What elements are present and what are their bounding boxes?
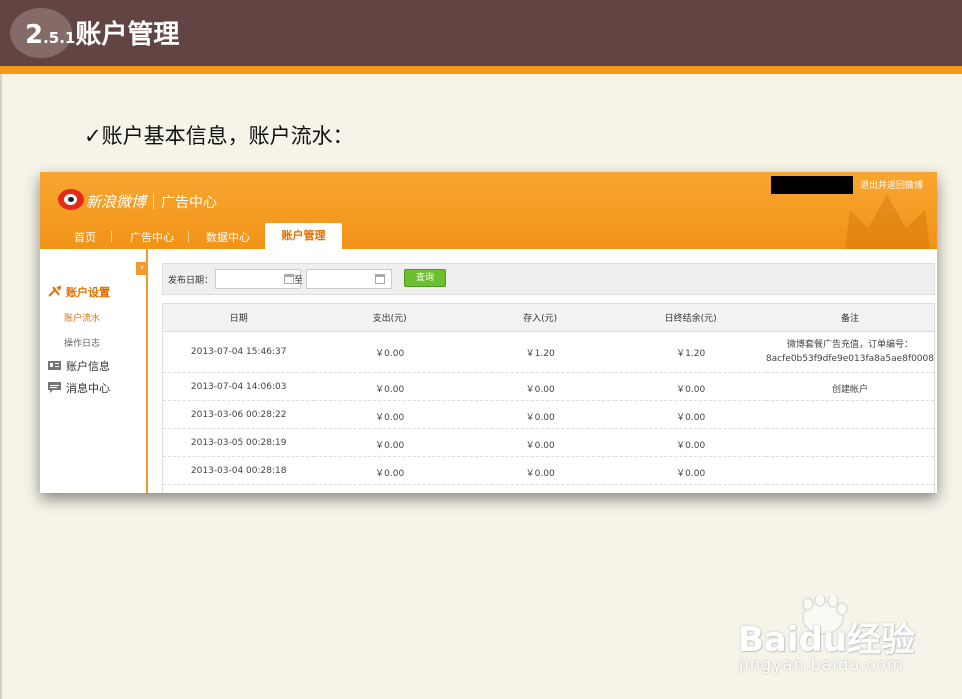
cell-expense: ￥0.00 [314, 428, 465, 457]
cell-deposit: ￥0.00 [464, 428, 616, 457]
cell-date: 2013-07-04 15:46:37 [162, 331, 315, 373]
id-card-icon [48, 361, 61, 370]
nav-ad-center[interactable]: 广告中心 [130, 229, 174, 245]
cell-note: 创建帐户 [765, 372, 935, 401]
cell-date: 2013-03-06 00:28:22 [162, 400, 315, 429]
table-row: 2013-03-05 00:28:19 ￥0.00 ￥0.00 ￥0.00 [162, 428, 935, 457]
nav-divider [188, 231, 189, 242]
weibo-screenshot: 新浪微博 广告中心 退出并返回微博 首页 广告中心 数据中心 账户管理 ‹ 账户… [40, 172, 937, 493]
cell-balance: ￥0.00 [615, 372, 766, 401]
note-line: 微博套餐广告充值，订单编号： [786, 340, 913, 350]
slide-header: 2.5.1账户管理 [0, 0, 962, 66]
publish-date-label: 发布日期： [168, 276, 214, 286]
nav-account-management[interactable]: 账户管理 [265, 223, 342, 249]
col-date: 日期 [162, 303, 315, 332]
note-line: 8acfe0b53f9dfe9e013fa8a5ae8f0008 [765, 354, 934, 364]
cell-balance: ￥0.00 [615, 456, 766, 485]
cell-balance: ￥0.00 [615, 428, 766, 457]
section-title-text: 账户管理 [75, 20, 180, 50]
end-date-input[interactable] [306, 269, 392, 289]
cell-deposit: ￥0.00 [464, 456, 616, 485]
sidebar-subitem-operation-log[interactable]: 操作日志 [64, 336, 100, 349]
baidu-jingyan-logo: Baidu经验 [738, 620, 916, 660]
brand-divider [153, 193, 154, 209]
table-row: 2013-07-04 14:06:03 ￥0.00 ￥0.00 ￥0.00 创建… [162, 372, 935, 401]
col-balance: 日终结余(元) [615, 303, 766, 332]
cell-note [765, 400, 935, 429]
section-number-big: 2 [25, 20, 44, 50]
cell-note: 微博套餐广告充值，订单编号： 8acfe0b53f9dfe9e013fa8a5a… [765, 331, 935, 373]
cell-expense: ￥0.00 [314, 331, 465, 373]
cell-date: 2013-03-04 00:28:18 [162, 456, 315, 485]
table-row: 2013-03-06 00:28:22 ￥0.00 ￥0.00 ￥0.00 [162, 400, 935, 429]
cell-date: 2013-07-04 14:06:03 [162, 372, 315, 401]
sidebar-item-label: 账户信息 [66, 360, 110, 373]
table-row: 2013-03-04 00:28:18 ￥0.00 ￥0.00 ￥0.00 [162, 456, 935, 485]
header-accent-bar [0, 66, 962, 74]
calendar-icon[interactable] [284, 274, 294, 284]
start-date-input[interactable] [215, 269, 301, 289]
weibo-header: 新浪微博 广告中心 退出并返回微博 首页 广告中心 数据中心 账户管理 [40, 172, 937, 249]
account-flow-table: 日期 支出(元) 存入(元) 日终结余(元) 备注 2013-07-04 15:… [162, 303, 935, 493]
cell-deposit: ￥0.00 [464, 372, 616, 401]
cell-date: 2013-03-05 00:28:19 [162, 428, 315, 457]
sidebar-item-message-center[interactable]: 消息中心 [48, 380, 110, 396]
collapse-sidebar-button[interactable]: ‹ [136, 262, 148, 275]
nav-divider [111, 231, 112, 242]
wrench-icon [48, 286, 61, 297]
cell-expense: ￥0.00 [314, 372, 465, 401]
filter-bar: 发布日期： 至 查询 [162, 263, 935, 295]
cell-deposit: ￥1.20 [464, 331, 616, 373]
cell-balance: ￥1.20 [615, 331, 766, 373]
to-label: 至 [294, 276, 304, 286]
calendar-icon[interactable] [375, 274, 385, 284]
nav-home[interactable]: 首页 [74, 229, 96, 245]
query-button[interactable]: 查询 [404, 269, 446, 287]
sidebar-item-account-settings[interactable]: 账户设置 [48, 284, 110, 300]
cell-note [765, 428, 935, 457]
bullet-text: ✓账户基本信息，账户流水： [84, 124, 354, 148]
table-row [162, 484, 935, 493]
cell-deposit: ￥0.00 [464, 400, 616, 429]
table-row: 2013-07-04 15:46:37 ￥0.00 ￥1.20 ￥1.20 微博… [162, 331, 935, 373]
weibo-brand[interactable]: 新浪微博 [86, 191, 146, 212]
nav-data-center[interactable]: 数据中心 [206, 229, 250, 245]
baidu-jingyan-url: jingyan.baidu.com [739, 655, 904, 674]
ad-center-title: 广告中心 [161, 195, 217, 211]
message-icon [48, 382, 61, 393]
sidebar: ‹ 账户设置 账户流水 操作日志 账户信息 消息中心 [40, 249, 148, 493]
sidebar-item-account-info[interactable]: 账户信息 [48, 358, 110, 374]
table-header-row: 日期 支出(元) 存入(元) 日终结余(元) 备注 [162, 303, 935, 332]
cell-expense: ￥0.00 [314, 456, 465, 485]
slide-left-border [0, 74, 2, 699]
col-deposit: 存入(元) [464, 303, 616, 332]
sidebar-item-label: 消息中心 [66, 382, 110, 395]
section-number-small: .5.1 [43, 29, 76, 47]
cell-balance: ￥0.00 [615, 400, 766, 429]
top-nav: 首页 广告中心 数据中心 账户管理 [40, 223, 937, 249]
sidebar-subitem-account-flow[interactable]: 账户流水 [64, 311, 100, 324]
weibo-logo-icon[interactable] [58, 189, 84, 210]
col-expense: 支出(元) [314, 303, 465, 332]
cell-note [765, 456, 935, 485]
cell-expense: ￥0.00 [314, 400, 465, 429]
section-title: 2.5.1账户管理 [25, 14, 179, 51]
col-note: 备注 [765, 303, 935, 332]
sidebar-item-label: 账户设置 [66, 286, 110, 299]
